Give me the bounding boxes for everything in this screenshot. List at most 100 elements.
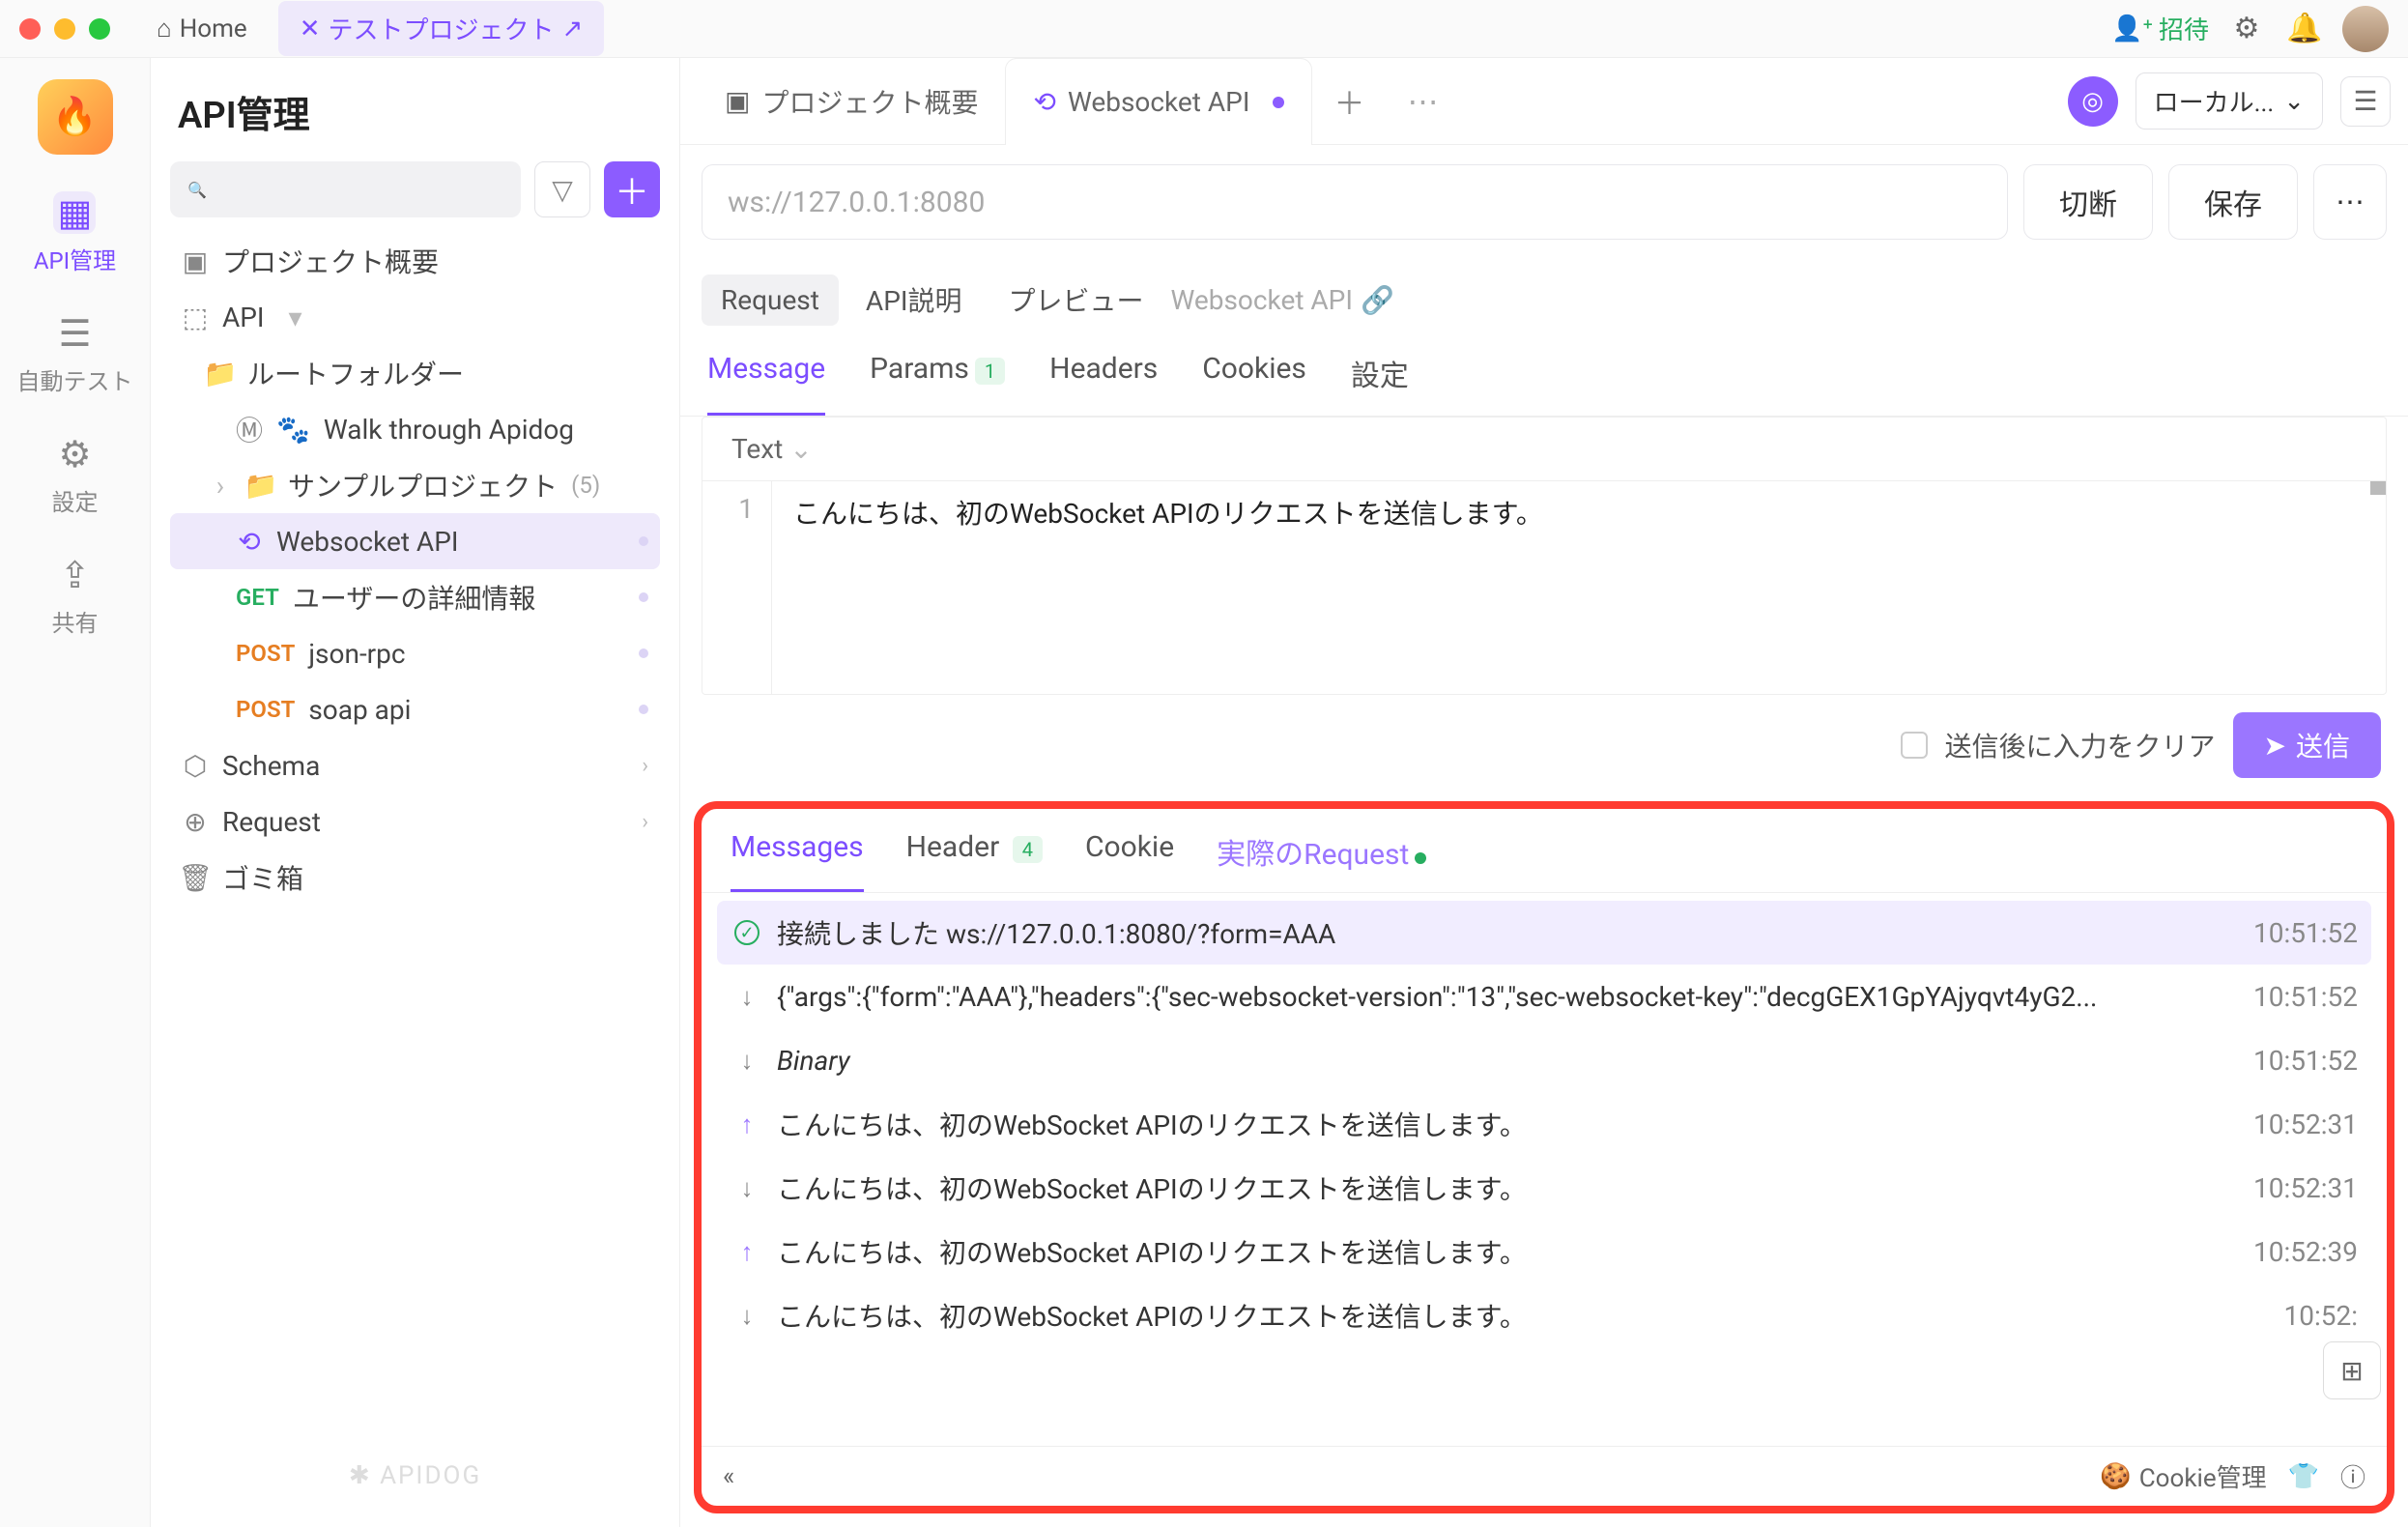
- tree-label: Request: [222, 806, 321, 838]
- markdown-icon: Ⓜ: [236, 410, 263, 448]
- home-button[interactable]: ⌂ Home: [139, 6, 265, 51]
- message-row[interactable]: ↓Binary10:51:52: [717, 1028, 2371, 1092]
- editor-body[interactable]: 1 こんにちは、初のWebSocket APIのリクエストを送信します。: [702, 481, 2386, 694]
- msgtab-actual-request[interactable]: 実際のRequest: [1217, 830, 1426, 892]
- shirt-icon[interactable]: 👕: [2288, 1462, 2319, 1491]
- message-row[interactable]: ↑こんにちは、初のWebSocket APIのリクエストを送信します。10:52…: [717, 1220, 2371, 1283]
- tree-walkthrough[interactable]: Ⓜ 🐾 Walk through Apidog: [170, 401, 660, 457]
- tree-label: プロジェクト概要: [222, 242, 439, 280]
- rail-item-autotest[interactable]: ☰ 自動テスト: [17, 312, 133, 396]
- menu-icon: ☰: [2353, 85, 2377, 117]
- message-time: 10:51:52: [2253, 1045, 2358, 1077]
- tree-schema[interactable]: ⬡ Schema ›: [170, 737, 660, 793]
- disconnect-button[interactable]: 切断: [2023, 164, 2153, 240]
- bell-icon[interactable]: 🔔: [2284, 9, 2325, 49]
- message-row[interactable]: ↓こんにちは、初のWebSocket APIのリクエストを送信します。10:52…: [717, 1283, 2371, 1347]
- msgtab-messages[interactable]: Messages: [731, 830, 864, 892]
- link-icon[interactable]: 🔗: [1361, 284, 1394, 316]
- arrow-down-icon: ↓: [731, 982, 763, 1012]
- send-button[interactable]: ➤ 送信: [2233, 712, 2381, 778]
- code-content[interactable]: こんにちは、初のWebSocket APIのリクエストを送信します。: [772, 481, 1564, 694]
- line-gutter: 1: [702, 481, 772, 694]
- project-tab[interactable]: ✕ テストプロジェクト ↗: [278, 1, 605, 56]
- minimize-window-icon[interactable]: [54, 18, 75, 40]
- message-text: {"args":{"form":"AAA"},"headers":{"sec-w…: [777, 981, 2234, 1013]
- message-list[interactable]: ✓接続しました ws://127.0.0.1:8080/?form=AAA10:…: [702, 893, 2387, 1446]
- tree-get-user-detail[interactable]: GET ユーザーの詳細情報: [170, 569, 660, 625]
- tree-api-root[interactable]: ⬚ API ▾: [170, 289, 660, 345]
- filter-button[interactable]: ▽: [534, 161, 590, 217]
- cookie-manager-button[interactable]: 🍪 Cookie管理: [2100, 1458, 2266, 1494]
- tree-overview[interactable]: ▣ プロジェクト概要: [170, 233, 660, 289]
- live-dot-icon: [1415, 852, 1426, 864]
- subtab-request[interactable]: Request: [702, 274, 839, 326]
- environment-select[interactable]: ローカル... ⌄: [2136, 72, 2323, 130]
- help-icon[interactable]: ⓘ: [2340, 1458, 2365, 1494]
- invite-button[interactable]: 👤⁺ 招待: [2111, 11, 2209, 46]
- messages-footer: « 🍪 Cookie管理 👕 ⓘ: [702, 1446, 2387, 1506]
- reqtab-message[interactable]: Message: [707, 352, 825, 416]
- rail-label: 自動テスト: [17, 362, 133, 396]
- message-row[interactable]: ✓接続しました ws://127.0.0.1:8080/?form=AAA10:…: [717, 901, 2371, 965]
- tree-trash[interactable]: 🗑 ゴミ箱: [170, 850, 660, 906]
- more-button[interactable]: ⋯: [2313, 164, 2387, 240]
- plus-icon: ＋: [1333, 85, 1364, 122]
- msgtab-header[interactable]: Header 4: [906, 830, 1043, 892]
- settings-icon[interactable]: ⚙: [2226, 9, 2267, 49]
- run-button[interactable]: ◎: [2068, 76, 2118, 127]
- add-button[interactable]: ＋: [604, 161, 660, 217]
- layout-toggle-button[interactable]: ⊞: [2323, 1341, 2381, 1399]
- url-input[interactable]: ws://127.0.0.1:8080: [702, 164, 2008, 240]
- tree-post-jsonrpc[interactable]: POST json-rpc: [170, 625, 660, 681]
- clear-checkbox[interactable]: [1901, 732, 1928, 759]
- message-text: こんにちは、初のWebSocket APIのリクエストを送信します。: [777, 1296, 2264, 1335]
- rail-item-share[interactable]: ⇪ 共有: [52, 554, 99, 638]
- tab-overflow-button[interactable]: ⋯: [1386, 83, 1459, 120]
- tab-websocket[interactable]: ⟲ Websocket API: [1005, 58, 1312, 145]
- message-row[interactable]: ↓こんにちは、初のWebSocket APIのリクエストを送信します。10:52…: [717, 1156, 2371, 1220]
- tree-request[interactable]: ⊕ Request ›: [170, 793, 660, 850]
- rail-item-api[interactable]: ▦ API管理: [34, 191, 116, 275]
- message-row[interactable]: ↑こんにちは、初のWebSocket APIのリクエストを送信します。10:52…: [717, 1092, 2371, 1156]
- message-row[interactable]: ↓ {"args":{"form":"AAA"},"headers":{"sec-…: [717, 965, 2371, 1028]
- api-root-icon: ⬚: [182, 302, 209, 333]
- tree-websocket-api[interactable]: ⟲ Websocket API: [170, 513, 660, 569]
- collapse-icon[interactable]: «: [723, 1462, 734, 1491]
- rail-label: 共有: [52, 604, 99, 638]
- hamburger-button[interactable]: ☰: [2340, 76, 2391, 127]
- reqtab-headers[interactable]: Headers: [1049, 352, 1158, 416]
- search-input[interactable]: 🔍: [170, 161, 521, 217]
- brand-watermark: ✱ APIDOG: [170, 1432, 660, 1519]
- close-icon[interactable]: ✕: [300, 14, 321, 43]
- header-badge: 4: [1013, 836, 1043, 863]
- url-placeholder: ws://127.0.0.1:8080: [728, 186, 985, 219]
- app-logo-icon[interactable]: 🔥: [38, 79, 113, 155]
- save-button[interactable]: 保存: [2168, 164, 2298, 240]
- message-time: 10:52:39: [2253, 1236, 2358, 1268]
- reqtab-cookies[interactable]: Cookies: [1202, 352, 1306, 416]
- tree-post-soap[interactable]: POST soap api: [170, 681, 660, 737]
- rail-label: 設定: [52, 483, 99, 517]
- rail-item-settings[interactable]: ⚙ 設定: [52, 433, 99, 517]
- subtab-preview[interactable]: プレビュー: [989, 271, 1162, 329]
- subtab-desc[interactable]: API説明: [846, 271, 982, 329]
- tree-sample-project[interactable]: › 📁 サンプルプロジェクト (5): [170, 457, 660, 513]
- reqtab-params[interactable]: Params1: [870, 352, 1005, 416]
- reqtab-settings[interactable]: 設定: [1351, 352, 1409, 416]
- avatar[interactable]: [2342, 6, 2389, 52]
- main-area: ▣ プロジェクト概要 ⟲ Websocket API ＋ ⋯ ◎ ローカル...…: [680, 58, 2408, 1527]
- message-text: こんにちは、初のWebSocket APIのリクエストを送信します。: [777, 1232, 2234, 1271]
- maximize-window-icon[interactable]: [89, 18, 110, 40]
- arrow-down-icon: ↓: [731, 1046, 763, 1076]
- tree-label: ゴミ箱: [222, 858, 303, 897]
- tree-label: ルートフォルダー: [247, 354, 464, 392]
- stack-icon: ☰: [54, 312, 97, 355]
- home-label: Home: [180, 14, 247, 43]
- new-tab-button[interactable]: ＋: [1312, 79, 1386, 124]
- format-selector[interactable]: Text ⌄: [731, 433, 813, 465]
- tree-root-folder[interactable]: 📁 ルートフォルダー: [170, 345, 660, 401]
- chevron-down-icon: ▾: [282, 302, 309, 333]
- close-window-icon[interactable]: [19, 18, 41, 40]
- tab-overview[interactable]: ▣ プロジェクト概要: [698, 58, 1005, 145]
- msgtab-cookie[interactable]: Cookie: [1085, 830, 1174, 892]
